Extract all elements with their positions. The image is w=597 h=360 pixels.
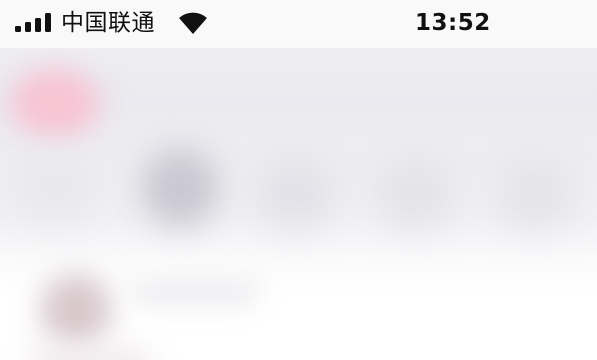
blurred-text xyxy=(130,280,260,306)
status-bar: 中国联通 13:52 xyxy=(0,0,597,48)
signal-bars-icon xyxy=(15,12,53,32)
blurred-shortcut xyxy=(255,158,335,228)
blurred-shortcut xyxy=(495,158,575,228)
blurred-shortcut xyxy=(375,158,455,228)
blurred-logo xyxy=(10,68,100,138)
blurred-avatar xyxy=(40,274,112,346)
blurred-shortcut xyxy=(140,148,220,228)
wifi-icon xyxy=(176,9,210,35)
blurred-background xyxy=(0,48,597,360)
blurred-shortcut xyxy=(10,153,100,223)
signal-bar xyxy=(25,22,31,32)
status-time: 13:52 xyxy=(415,10,491,36)
carrier-name: 中国联通 xyxy=(61,10,155,36)
signal-bar xyxy=(15,26,21,32)
blurred-text xyxy=(30,348,150,360)
signal-bar xyxy=(45,13,51,32)
signal-bar xyxy=(35,18,41,32)
